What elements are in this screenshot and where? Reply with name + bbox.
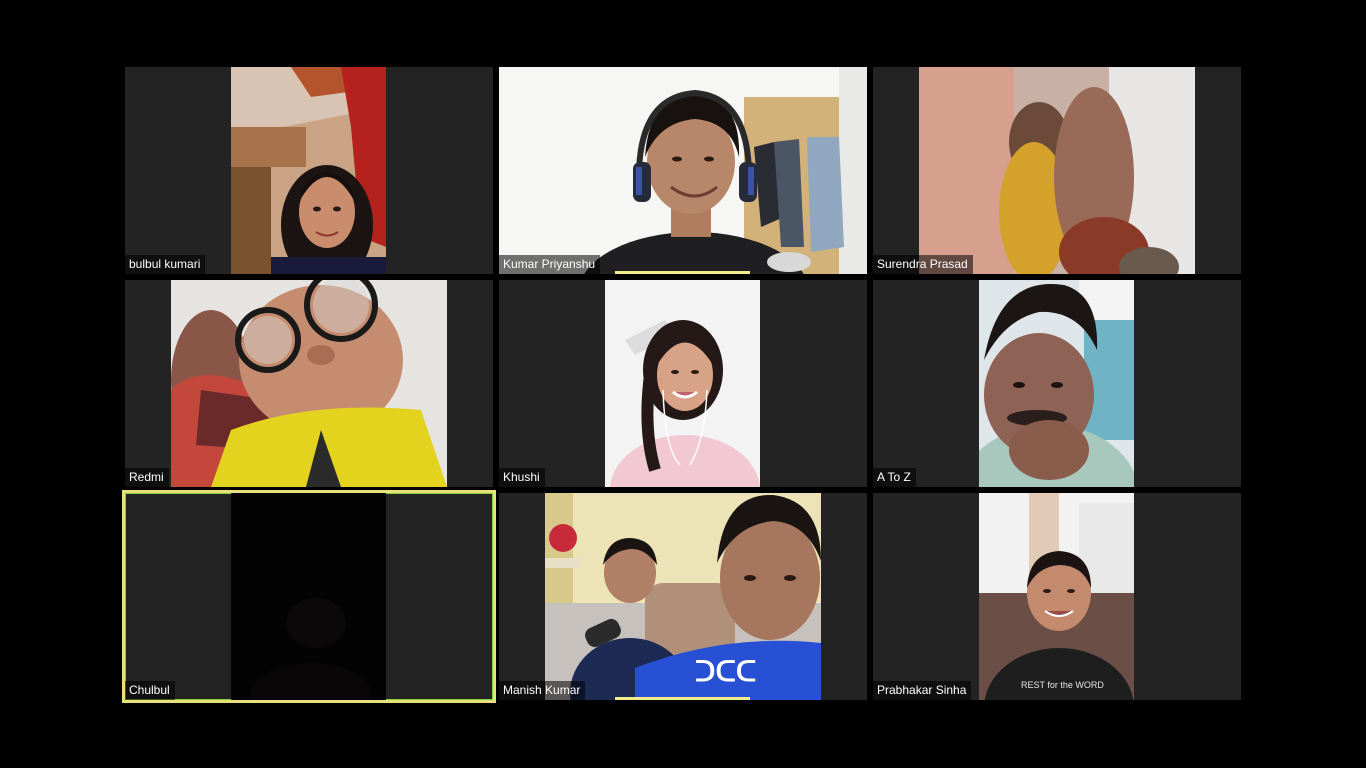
participant-video: REST for the WORD bbox=[979, 493, 1134, 700]
participant-video bbox=[499, 67, 867, 274]
video-frame-image: ᑐᑕᑕ bbox=[545, 493, 821, 700]
participant-name-label: Chulbul bbox=[125, 681, 175, 700]
video-frame-image bbox=[231, 493, 386, 700]
shirt-print: ᑐᑕᑕ bbox=[695, 656, 756, 687]
participant-name-label: Khushi bbox=[499, 468, 545, 487]
speaking-indicator bbox=[615, 697, 750, 700]
participant-video bbox=[171, 280, 447, 487]
participant-tile-surendra-prasad[interactable]: Surendra Prasad bbox=[873, 67, 1241, 274]
participant-name-label: bulbul kumari bbox=[125, 255, 206, 274]
participant-tile-chulbul[interactable]: Chulbul bbox=[122, 490, 496, 703]
participant-grid: bulbul kumari Kumar Priyanshu Surendra P… bbox=[122, 67, 1241, 703]
participant-name-label: Manish Kumar bbox=[499, 681, 586, 700]
video-frame-image bbox=[605, 280, 760, 487]
participant-video bbox=[231, 67, 386, 274]
participant-tile-redmi[interactable]: Redmi bbox=[125, 280, 493, 487]
participant-name-label: A To Z bbox=[873, 468, 916, 487]
participant-tile-prabhakar-sinha[interactable]: REST for the WORD Prabhakar Sinha bbox=[873, 493, 1241, 700]
participant-name-label: Kumar Priyanshu bbox=[499, 255, 601, 274]
speaking-indicator bbox=[615, 271, 750, 274]
participant-name-label: Surendra Prasad bbox=[873, 255, 973, 274]
participant-name-label: Redmi bbox=[125, 468, 169, 487]
video-frame-image bbox=[499, 67, 867, 274]
participant-tile-bulbul-kumari[interactable]: bulbul kumari bbox=[125, 67, 493, 274]
video-frame-image bbox=[171, 280, 447, 487]
zoom-gallery-view: bulbul kumari Kumar Priyanshu Surendra P… bbox=[0, 0, 1366, 768]
participant-video bbox=[979, 280, 1134, 487]
participant-video bbox=[605, 280, 760, 487]
participant-video bbox=[919, 67, 1195, 274]
video-frame-image: REST for the WORD bbox=[979, 493, 1134, 700]
shirt-print: REST for the WORD bbox=[1021, 680, 1104, 690]
video-frame-image bbox=[979, 280, 1134, 487]
participant-tile-khushi[interactable]: Khushi bbox=[499, 280, 867, 487]
participant-video: ᑐᑕᑕ bbox=[545, 493, 821, 700]
participant-tile-manish-kumar[interactable]: ᑐᑕᑕ Manish Kumar bbox=[499, 493, 867, 700]
video-frame-image bbox=[919, 67, 1195, 274]
video-frame-image bbox=[231, 67, 386, 274]
participant-tile-kumar-priyanshu[interactable]: Kumar Priyanshu bbox=[499, 67, 867, 274]
participant-video bbox=[231, 493, 386, 700]
participant-tile-a-to-z[interactable]: A To Z bbox=[873, 280, 1241, 487]
participant-name-label: Prabhakar Sinha bbox=[873, 681, 972, 700]
